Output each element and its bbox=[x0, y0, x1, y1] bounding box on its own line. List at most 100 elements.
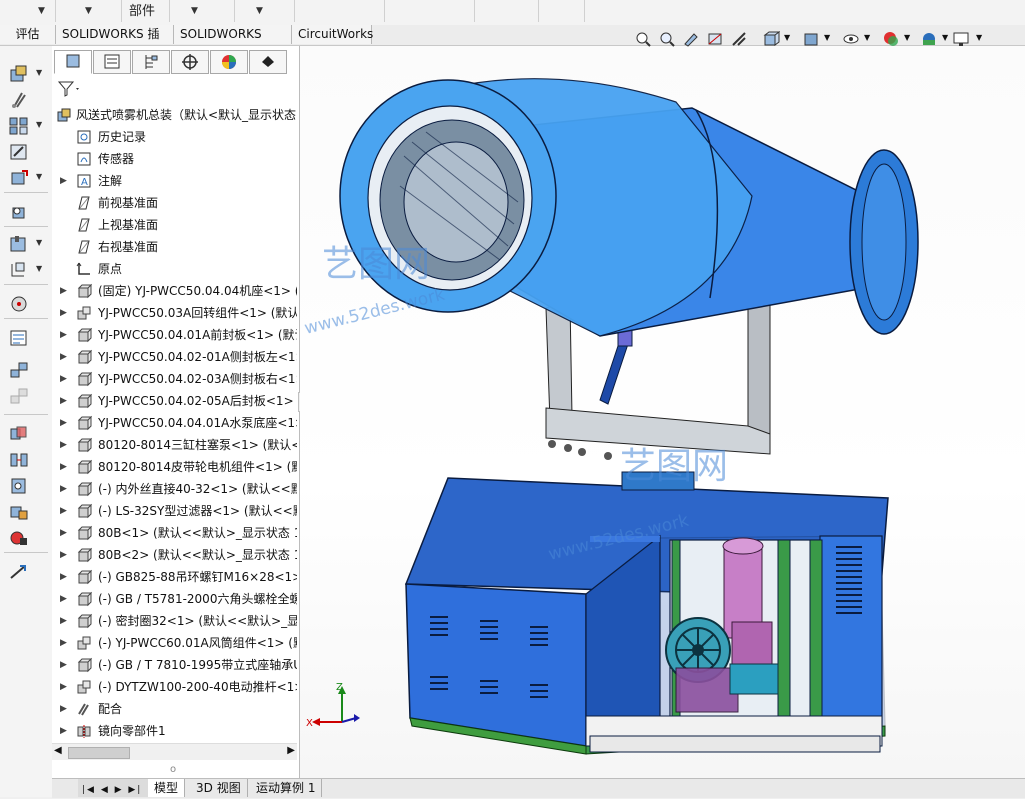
tree-item[interactable]: ▶ YJ-PWCC50.04.02-03A侧封板右<1> bbox=[52, 368, 297, 390]
ribbon-group-parts[interactable]: 部件 bbox=[121, 0, 170, 22]
expand-arrow-icon[interactable]: ▶ bbox=[60, 544, 67, 566]
chevron-down-icon[interactable]: ▼ bbox=[36, 264, 42, 273]
tree-item[interactable]: ▶ (-) GB / T5781-2000六角头螺栓全螺 bbox=[52, 588, 297, 610]
tree-item[interactable]: ▶ (-) GB / T 7810-1995带立式座轴承U bbox=[52, 654, 297, 676]
expand-arrow-icon[interactable]: ▶ bbox=[60, 368, 67, 390]
expand-arrow-icon[interactable]: ▶ bbox=[60, 434, 67, 456]
previous-view-icon[interactable] bbox=[682, 30, 700, 48]
ribbon-group[interactable] bbox=[538, 0, 585, 22]
tree-item[interactable]: 传感器 bbox=[52, 148, 297, 170]
display-style-icon[interactable] bbox=[802, 30, 820, 48]
tree-item[interactable]: ▶ YJ-PWCC50.04.02-05A后封板<1> (默 bbox=[52, 390, 297, 412]
expand-arrow-icon[interactable]: ▶ bbox=[60, 632, 67, 654]
tree-root-assembly[interactable]: 风送式喷雾机总装（默认<默认_显示状态 bbox=[52, 104, 297, 126]
expand-arrow-icon[interactable]: ▶ bbox=[60, 456, 67, 478]
expand-arrow-icon[interactable]: ▶ bbox=[60, 412, 67, 434]
chevron-down-icon[interactable]: ▼ bbox=[942, 33, 948, 42]
graphics-area[interactable]: Z X 艺图网 www.52des.work 艺图网 www.52des.wor… bbox=[300, 46, 1025, 778]
tab-motion-study-1[interactable]: 运动算例 1 bbox=[250, 779, 323, 797]
apply-scene-icon[interactable] bbox=[920, 30, 938, 48]
exploded-view-icon[interactable] bbox=[8, 360, 30, 380]
instant-3d-icon[interactable] bbox=[8, 562, 30, 582]
tree-item[interactable]: ▶ A 注解 bbox=[52, 170, 297, 192]
tree-item[interactable]: ▶ (-) LS-32SY型过滤器<1> (默认<<默 bbox=[52, 500, 297, 522]
section-view-icon[interactable] bbox=[706, 30, 724, 48]
zoom-to-area-icon[interactable] bbox=[658, 30, 676, 48]
expand-arrow-icon[interactable]: ▶ bbox=[60, 478, 67, 500]
tree-item[interactable]: ▶ 镜向零部件1 bbox=[52, 720, 297, 742]
view-orientation-icon[interactable] bbox=[762, 30, 780, 48]
tab-3d-views[interactable]: 3D 视图 bbox=[190, 779, 248, 797]
performance-evaluation-icon[interactable] bbox=[8, 528, 30, 548]
tree-item[interactable]: ▶ 80B<2> (默认<<默认>_显示状态 1 bbox=[52, 544, 297, 566]
ribbon-group[interactable]: ▼ bbox=[55, 0, 122, 22]
tab-circuitworks[interactable]: CircuitWorks bbox=[292, 25, 373, 44]
reference-geometry-icon[interactable] bbox=[8, 260, 30, 280]
tab-evaluate[interactable]: 评估 bbox=[0, 25, 56, 44]
insert-component-icon[interactable] bbox=[8, 64, 30, 84]
expand-arrow-icon[interactable]: ▶ bbox=[60, 610, 67, 632]
clearance-verification-icon[interactable] bbox=[8, 450, 30, 470]
view-settings-icon[interactable] bbox=[952, 30, 970, 48]
expand-arrow-icon[interactable]: ▶ bbox=[60, 720, 67, 742]
expand-arrow-icon[interactable]: ▶ bbox=[60, 588, 67, 610]
tree-item[interactable]: 前视基准面 bbox=[52, 192, 297, 214]
tree-item[interactable]: ▶ (-) 密封圈32<1> (默认<<默认>_显示 bbox=[52, 610, 297, 632]
expand-arrow-icon[interactable]: ▶ bbox=[60, 676, 67, 698]
tree-item[interactable]: ▶ 配合 bbox=[52, 698, 297, 720]
ribbon-group[interactable]: ▼ bbox=[234, 0, 295, 22]
show-hidden-components-icon[interactable] bbox=[8, 202, 30, 222]
chevron-down-icon[interactable]: ▼ bbox=[191, 6, 198, 16]
tab-property-manager[interactable] bbox=[93, 50, 131, 74]
tree-item[interactable]: 上视基准面 bbox=[52, 214, 297, 236]
tab-navigation-arrows[interactable]: |◀ ◀ ▶ ▶| bbox=[78, 779, 149, 797]
tab-solidworks-mbd[interactable]: SOLIDWORKS MBD bbox=[174, 25, 292, 60]
tree-item[interactable]: ▶ (固定) YJ-PWCC50.04.04机座<1> (默 bbox=[52, 280, 297, 302]
expand-arrow-icon[interactable]: ▶ bbox=[60, 302, 67, 324]
filter-icon[interactable] bbox=[56, 80, 82, 98]
new-motion-study-icon[interactable] bbox=[8, 294, 30, 314]
dynamic-annotation-icon[interactable] bbox=[730, 30, 748, 48]
chevron-down-icon[interactable]: ▼ bbox=[36, 172, 42, 181]
tree-item[interactable]: 原点 bbox=[52, 258, 297, 280]
tab-dimxpert-manager[interactable] bbox=[171, 50, 209, 74]
tree-item[interactable]: ▶ 80B<1> (默认<<默认>_显示状态 1 bbox=[52, 522, 297, 544]
horizontal-scrollbar[interactable]: ◀ ▶ bbox=[52, 743, 297, 760]
tab-display-manager[interactable] bbox=[210, 50, 248, 74]
chevron-down-icon[interactable]: ▼ bbox=[864, 33, 870, 42]
tree-item[interactable]: ▶ YJ-PWCC50.04.01A前封板<1> (默认 bbox=[52, 324, 297, 346]
tree-item[interactable]: 右视基准面 bbox=[52, 236, 297, 258]
ribbon-group[interactable]: ▼ bbox=[0, 0, 56, 22]
chevron-down-icon[interactable]: ▼ bbox=[256, 6, 263, 16]
scroll-right-icon[interactable]: ▶ bbox=[287, 745, 295, 756]
smart-fasteners-icon[interactable] bbox=[8, 142, 30, 162]
tab-configuration-manager[interactable] bbox=[132, 50, 170, 74]
edit-appearance-icon[interactable] bbox=[882, 30, 900, 48]
chevron-down-icon[interactable]: ▼ bbox=[976, 33, 982, 42]
chevron-down-icon[interactable]: ▼ bbox=[38, 6, 45, 16]
expand-arrow-icon[interactable]: ▶ bbox=[60, 346, 67, 368]
expand-arrow-icon[interactable]: ▶ bbox=[60, 170, 67, 192]
zoom-to-fit-icon[interactable] bbox=[634, 30, 652, 48]
tree-item[interactable]: ▶ (-) YJ-PWCC60.01A风筒组件<1> (默 bbox=[52, 632, 297, 654]
expand-arrow-icon[interactable]: ▶ bbox=[60, 522, 67, 544]
tree-item[interactable]: ▶ YJ-PWCC50.04.04.01A水泵底座<1> bbox=[52, 412, 297, 434]
chevron-down-icon[interactable]: ▼ bbox=[824, 33, 830, 42]
tree-item[interactable]: ▶ 80120-8014三缸柱塞泵<1> (默认< bbox=[52, 434, 297, 456]
chevron-down-icon[interactable]: ▼ bbox=[784, 33, 790, 42]
tab-model[interactable]: 模型 bbox=[148, 779, 186, 797]
tab-scroll-arrows-icon[interactable]: |◀ ◀ ▶ ▶| bbox=[78, 785, 142, 795]
expand-arrow-icon[interactable]: ▶ bbox=[60, 280, 67, 302]
model-view[interactable]: Z X 艺图网 www.52des.work 艺图网 www.52des.wor… bbox=[300, 46, 1025, 778]
component-pattern-icon[interactable] bbox=[8, 116, 30, 136]
chevron-down-icon[interactable]: ▼ bbox=[36, 238, 42, 247]
expand-arrow-icon[interactable]: ▶ bbox=[60, 566, 67, 588]
ribbon-group[interactable] bbox=[384, 0, 475, 22]
bill-of-materials-icon[interactable] bbox=[8, 328, 30, 348]
ribbon-group[interactable] bbox=[294, 0, 385, 22]
tab-cam-manager[interactable] bbox=[249, 50, 287, 74]
expand-arrow-icon[interactable]: ▶ bbox=[60, 698, 67, 720]
interference-detection-icon[interactable] bbox=[8, 424, 30, 444]
scrollbar-thumb[interactable] bbox=[68, 747, 130, 759]
tree-item[interactable]: ▶ 80120-8014皮带轮电机组件<1> (默认 bbox=[52, 456, 297, 478]
